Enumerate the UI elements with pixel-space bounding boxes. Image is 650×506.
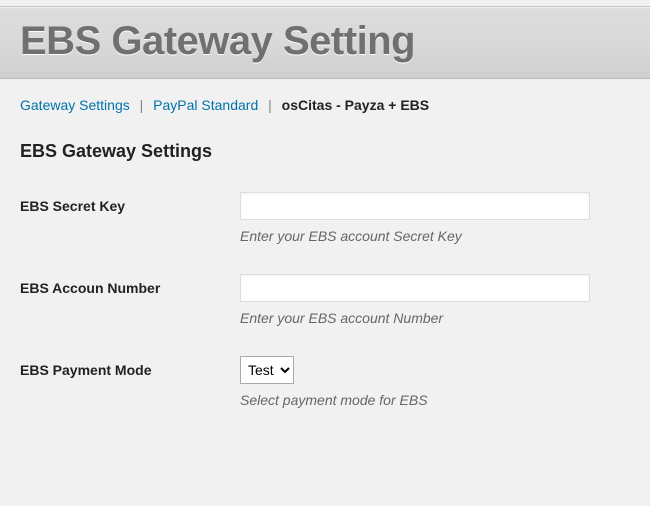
section-title: EBS Gateway Settings	[20, 141, 630, 162]
label-secret-key: EBS Secret Key	[20, 192, 240, 214]
field-row-payment-mode: EBS Payment Mode Test Select payment mod…	[20, 356, 630, 408]
input-secret-key[interactable]	[240, 192, 590, 220]
breadcrumb-paypal-standard[interactable]: PayPal Standard	[153, 97, 258, 113]
label-payment-mode: EBS Payment Mode	[20, 356, 240, 378]
breadcrumb: Gateway Settings | PayPal Standard | osC…	[20, 97, 630, 113]
field-row-account-number: EBS Accoun Number Enter your EBS account…	[20, 274, 630, 326]
page-title: EBS Gateway Setting	[20, 19, 630, 64]
select-payment-mode[interactable]: Test	[240, 356, 294, 384]
help-secret-key: Enter your EBS account Secret Key	[240, 228, 590, 244]
help-account-number: Enter your EBS account Number	[240, 310, 590, 326]
field-row-secret-key: EBS Secret Key Enter your EBS account Se…	[20, 192, 630, 244]
breadcrumb-gateway-settings[interactable]: Gateway Settings	[20, 97, 130, 113]
label-account-number: EBS Accoun Number	[20, 274, 240, 296]
breadcrumb-separator: |	[268, 97, 272, 113]
breadcrumb-separator: |	[140, 97, 144, 113]
help-payment-mode: Select payment mode for EBS	[240, 392, 590, 408]
content-area: Gateway Settings | PayPal Standard | osC…	[0, 79, 650, 456]
input-account-number[interactable]	[240, 274, 590, 302]
page-header: EBS Gateway Setting	[0, 6, 650, 79]
breadcrumb-current: osCitas - Payza + EBS	[282, 97, 429, 113]
